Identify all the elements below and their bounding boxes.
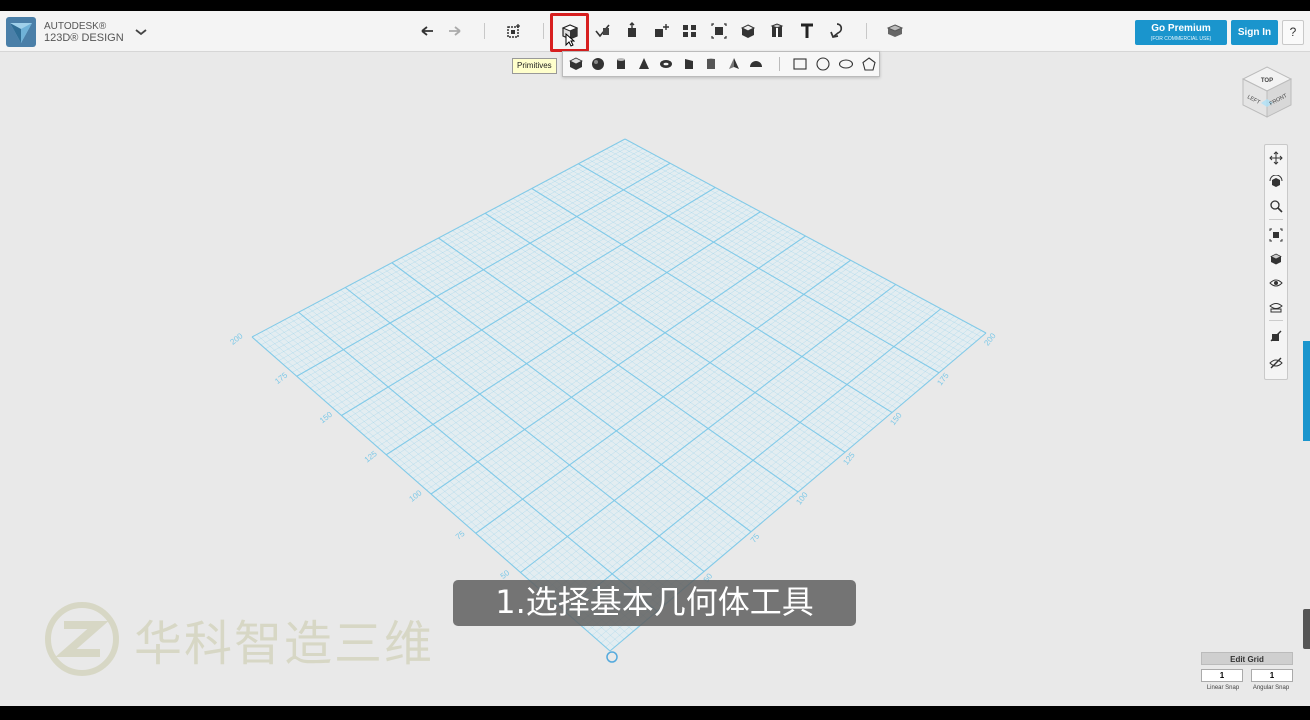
grid-tick-label-left: 175 — [273, 370, 289, 386]
hide-icon — [1269, 357, 1283, 369]
group-button[interactable] — [708, 20, 730, 42]
nav-divider — [1269, 219, 1283, 220]
help-button[interactable]: ? — [1282, 20, 1304, 45]
transform-button[interactable] — [503, 20, 525, 42]
brand-name: AUTODESK® 123D® DESIGN — [44, 21, 124, 44]
watermark-logo-icon — [45, 602, 119, 676]
linear-snap-label: Linear Snap — [1206, 685, 1240, 691]
combine-button[interactable] — [737, 20, 759, 42]
zoom-icon — [1270, 200, 1283, 213]
hide-button[interactable] — [1268, 355, 1284, 371]
pattern-button[interactable] — [679, 20, 701, 42]
material-button[interactable] — [884, 20, 906, 42]
measure-button[interactable] — [766, 20, 788, 42]
construct-button[interactable] — [621, 20, 643, 42]
grid-tick-label-left: 125 — [363, 449, 379, 465]
sign-in-button[interactable]: Sign In — [1231, 20, 1278, 45]
edit-grid-button[interactable]: Edit Grid — [1201, 652, 1293, 665]
top-toolbar: AUTODESK® 123D® DESIGN Go Premium (FOR C… — [0, 11, 1310, 52]
grid-tick-label-left: 200 — [228, 331, 244, 347]
view-icon — [1270, 253, 1282, 265]
construct-icon — [628, 22, 636, 37]
grid-tick-label-left: 75 — [454, 529, 467, 542]
snap-tool-button[interactable] — [1268, 328, 1284, 344]
grid-tick-label-left: 50 — [499, 568, 512, 581]
transform-icon — [507, 24, 520, 38]
snap-button[interactable] — [825, 20, 847, 42]
group-icon — [711, 23, 727, 39]
undo-button[interactable] — [416, 20, 438, 42]
watermark-text: 华科智造三维 — [134, 616, 435, 672]
modify-button[interactable] — [650, 20, 672, 42]
toolbar-divider — [866, 23, 867, 39]
brand-line-1: AUTODESK® — [44, 21, 107, 32]
text-button[interactable] — [796, 20, 818, 42]
orbit-button[interactable] — [1268, 174, 1284, 190]
undo-icon — [421, 26, 433, 36]
material-icon — [886, 24, 904, 37]
grid-tick-label-right: 75 — [749, 532, 762, 545]
grid-tick-label-left: 150 — [318, 410, 334, 426]
sketch-button[interactable] — [592, 20, 614, 42]
watermark: 华科智造三维 — [44, 601, 434, 677]
orbit-icon — [1269, 175, 1283, 187]
text-icon — [801, 23, 813, 38]
view-cube[interactable]: TOP LEFT FRONT — [1239, 63, 1295, 121]
toolbar-divider — [484, 23, 485, 39]
navigation-bar — [1264, 144, 1288, 380]
zoom-button[interactable] — [1268, 198, 1284, 214]
materials-display-icon — [1269, 303, 1283, 313]
redo-button[interactable] — [444, 20, 466, 42]
angular-snap-input[interactable] — [1251, 669, 1293, 682]
measure-icon — [770, 23, 784, 37]
linear-snap-input[interactable] — [1201, 669, 1243, 682]
origin-marker-icon — [606, 651, 618, 663]
pan-icon — [1269, 151, 1283, 165]
view-button[interactable] — [1268, 251, 1284, 267]
pattern-icon — [683, 25, 696, 37]
app-logo-icon — [6, 17, 36, 47]
go-premium-label: Go Premium — [1151, 23, 1211, 34]
fit-button[interactable] — [1268, 227, 1284, 243]
brand-line-2: 123D® DESIGN — [44, 32, 124, 44]
visibility-button[interactable] — [1268, 275, 1284, 291]
primitives-highlight-box — [550, 13, 589, 52]
view-cube-top: TOP — [1261, 78, 1273, 84]
snap-tool-icon — [1270, 330, 1282, 342]
angular-snap-label: Angular Snap — [1252, 685, 1290, 691]
snap-icon — [830, 23, 843, 38]
side-panel-handle[interactable] — [1303, 609, 1310, 649]
combine-icon — [740, 24, 756, 38]
pan-button[interactable] — [1268, 150, 1284, 166]
fit-icon — [1269, 228, 1283, 242]
go-premium-sublabel: (FOR COMMERCIAL USE) — [1150, 36, 1212, 42]
sketch-icon — [595, 24, 610, 38]
edit-grid-panel: Edit Grid Linear Snap Angular Snap — [1201, 652, 1293, 691]
grid-lines — [251, 138, 987, 652]
side-panel-toggle[interactable] — [1303, 341, 1310, 441]
materials-display-button[interactable] — [1268, 299, 1284, 315]
toolbar-divider — [543, 23, 544, 39]
video-subtitle: 1.选择基本几何体工具 — [453, 580, 856, 626]
grid-surface — [252, 139, 986, 651]
modify-icon — [655, 24, 669, 37]
grid-tick-label-left: 100 — [407, 488, 423, 504]
app-window: AUTODESK® 123D® DESIGN Go Premium (FOR C… — [0, 11, 1310, 706]
redo-icon — [449, 26, 461, 36]
nav-divider — [1269, 320, 1283, 321]
visibility-icon — [1269, 279, 1283, 287]
go-premium-button[interactable]: Go Premium (FOR COMMERCIAL USE) — [1135, 20, 1227, 45]
app-menu-chevron-icon[interactable] — [134, 27, 148, 37]
